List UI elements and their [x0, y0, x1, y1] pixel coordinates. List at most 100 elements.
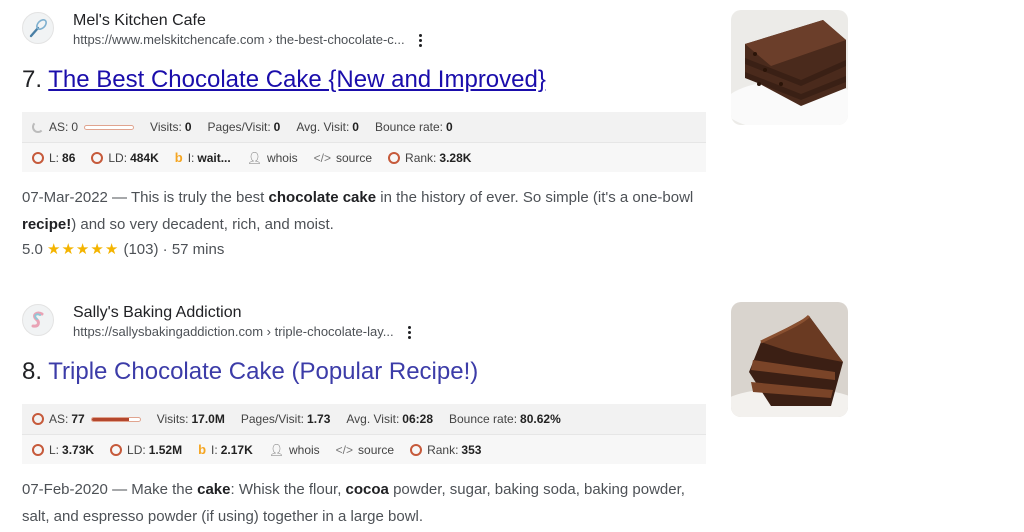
- snippet-bold: recipe!: [22, 216, 72, 233]
- person-icon: 👤︎: [268, 442, 284, 457]
- semrush-ring-icon: [110, 443, 123, 456]
- links-metric[interactable]: L: 86: [32, 151, 75, 165]
- link-domains-metric[interactable]: LD: 484K: [91, 151, 159, 165]
- more-options-icon[interactable]: [418, 33, 422, 47]
- l-value: 86: [62, 150, 76, 165]
- result-number: 8.: [22, 358, 43, 385]
- rank-value: 3.28K: [439, 150, 472, 165]
- authority-score[interactable]: AS: 0: [32, 120, 135, 134]
- bounce-label: Bounce rate:: [449, 412, 518, 426]
- snippet-bold: cocoa: [345, 481, 389, 498]
- links-metric[interactable]: L: 3.73K: [32, 443, 94, 457]
- site-header[interactable]: Mel's Kitchen Cafe https://www.melskitch…: [22, 8, 722, 58]
- semrush-ring-icon: [32, 151, 44, 164]
- snippet-text: Make the: [131, 481, 198, 498]
- site-url-text: https://sallysbakingaddiction.com › trip…: [73, 324, 394, 339]
- whois-link[interactable]: 👤︎ whois: [247, 151, 298, 165]
- i-value: wait...: [197, 150, 231, 165]
- l-label: L:: [49, 150, 60, 165]
- as-label: AS:: [49, 120, 69, 134]
- snippet-date: 07-Feb-2020: [22, 481, 108, 498]
- result-number: 7.: [22, 66, 43, 93]
- i-value: 2.17K: [220, 442, 253, 457]
- visits-metric: Visits: 0: [150, 120, 191, 134]
- source-link[interactable]: </> source: [314, 151, 372, 165]
- bounce-rate-metric: Bounce rate: 80.62%: [449, 412, 561, 426]
- semrush-ring-icon: [410, 443, 423, 456]
- snippet-text: This is truly the best: [130, 189, 269, 206]
- visits-label: Visits:: [150, 120, 182, 134]
- authority-score[interactable]: AS: 77: [32, 412, 141, 426]
- seo-traffic-line: AS: 0 Visits: 0 Pages/Visit: 0 Avg. Visit:…: [22, 112, 706, 142]
- i-label: I:: [187, 150, 195, 165]
- seo-toolbar: AS: 0 Visits: 0 Pages/Visit: 0 Avg. Visit:…: [22, 112, 706, 172]
- more-options-icon[interactable]: [407, 325, 411, 339]
- rank-label: Rank:: [405, 150, 437, 165]
- avg-visit-metric: Avg. Visit: 06:28: [346, 412, 433, 426]
- pages-value: 0: [273, 120, 281, 134]
- pages-visit-metric: Pages/Visit: 0: [208, 120, 281, 134]
- triple-chocolate-cake-image[interactable]: [731, 302, 848, 417]
- bounce-rate-metric: Bounce rate: 0: [375, 120, 453, 134]
- l-value: 3.73K: [62, 442, 95, 457]
- pages-value: 1.73: [307, 412, 331, 426]
- rating-row: 5.0 ★★★★★ (103) · 57 mins: [22, 238, 722, 262]
- whois-link[interactable]: 👤︎ whois: [269, 443, 320, 457]
- result-title-link[interactable]: The Best Chocolate Cake {New and Improve…: [48, 66, 546, 93]
- seo-toolbar: AS: 77 Visits: 17.0M Pages/Visit: 1.73 Avg…: [22, 404, 706, 464]
- chocolate-cake-slice-image[interactable]: [731, 10, 848, 125]
- site-name[interactable]: Mel's Kitchen Cafe: [73, 11, 422, 31]
- result-title-link[interactable]: Triple Chocolate Cake (Popular Recipe!): [48, 358, 478, 385]
- rating-count: (103): [123, 241, 159, 258]
- site-url: https://www.melskitchencafe.com › the-be…: [73, 31, 422, 49]
- snippet-bold: cake: [197, 481, 231, 498]
- avg-value: 0: [352, 120, 359, 134]
- result-snippet: 07-Feb-2020 — Make the cake: Whisk the f…: [22, 476, 712, 530]
- pages-visit-metric: Pages/Visit: 1.73: [241, 412, 331, 426]
- snippet-dash: —: [107, 189, 131, 206]
- avg-label: Avg. Visit:: [296, 120, 350, 134]
- rating-stars-icon: ★★★★★: [47, 241, 120, 258]
- snippet-bold: chocolate cake: [268, 189, 377, 206]
- bounce-label: Bounce rate:: [374, 120, 444, 134]
- search-result: Mel's Kitchen Cafe https://www.melskitch…: [22, 8, 722, 262]
- bing-icon: b: [174, 150, 183, 165]
- bing-index-metric[interactable]: b I: wait...: [175, 150, 231, 165]
- loading-ring-icon: [32, 121, 44, 133]
- avg-value: 06:28: [402, 412, 433, 426]
- l-label: L:: [49, 442, 60, 457]
- visits-value: 0: [184, 120, 192, 134]
- bounce-value: 0: [446, 120, 453, 134]
- result-snippet: 07-Mar-2022 — This is truly the best cho…: [22, 184, 712, 238]
- code-icon: </>: [335, 442, 354, 457]
- seo-links-line: L: 86 LD: 484K b I: wait... 👤︎ whois </> sourc…: [22, 142, 706, 172]
- authority-score-fill: [91, 417, 129, 421]
- rating-score: 5.0: [22, 241, 43, 258]
- bing-index-metric[interactable]: b I: 2.17K: [198, 442, 253, 457]
- sallys-logo-icon: [22, 304, 54, 336]
- rank-label: Rank:: [427, 442, 459, 457]
- whois-label: whois: [288, 442, 320, 457]
- site-url-text: https://www.melskitchencafe.com › the-be…: [73, 32, 405, 47]
- site-url: https://sallysbakingaddiction.com › trip…: [73, 323, 411, 341]
- semrush-ring-icon: [388, 151, 401, 164]
- person-icon: 👤︎: [246, 150, 262, 165]
- visits-label: Visits:: [156, 412, 189, 426]
- result-title: 8. Triple Chocolate Cake (Popular Recipe…: [22, 356, 722, 394]
- link-domains-metric[interactable]: LD: 1.52M: [110, 443, 182, 457]
- visits-value: 17.0M: [191, 412, 225, 426]
- as-label: AS:: [49, 412, 69, 426]
- bing-icon: b: [198, 442, 207, 457]
- visits-metric: Visits: 17.0M: [157, 412, 225, 426]
- source-link[interactable]: </> source: [336, 443, 394, 457]
- whois-label: whois: [266, 150, 298, 165]
- seo-traffic-line: AS: 77 Visits: 17.0M Pages/Visit: 1.73 Avg…: [22, 404, 706, 434]
- rank-metric[interactable]: Rank: 3.28K: [388, 151, 471, 165]
- pages-label: Pages/Visit:: [240, 412, 305, 426]
- semrush-ring-icon: [91, 151, 104, 164]
- site-header[interactable]: Sally's Baking Addiction https://sallysb…: [22, 300, 722, 350]
- rank-metric[interactable]: Rank: 353: [410, 443, 481, 457]
- source-label: source: [336, 150, 373, 165]
- result-title: 7. The Best Chocolate Cake {New and Impr…: [22, 64, 722, 102]
- site-name[interactable]: Sally's Baking Addiction: [73, 303, 411, 323]
